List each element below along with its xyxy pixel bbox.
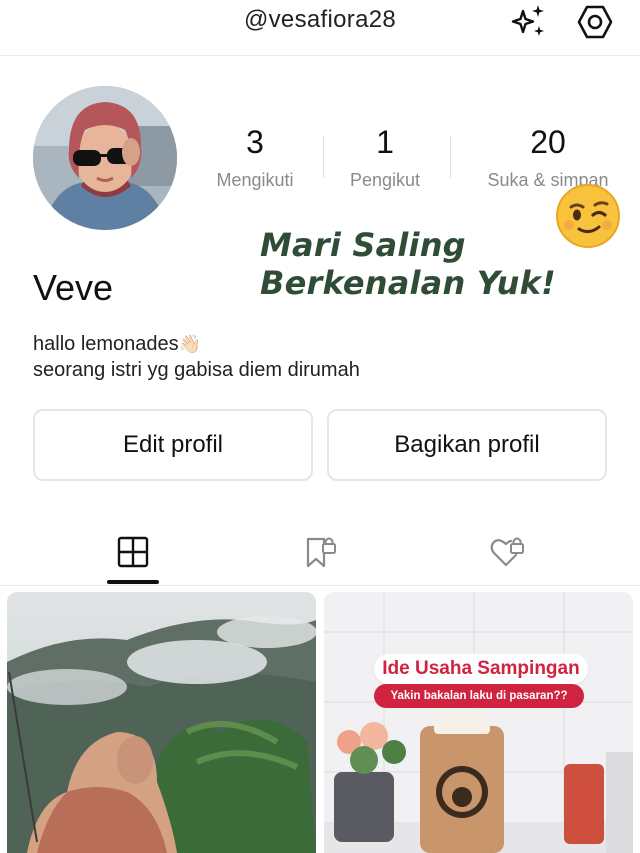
stat-followers[interactable]: 1 Pengikut — [335, 122, 435, 191]
winking-face-emoji — [555, 183, 621, 249]
following-label: Mengikuti — [216, 170, 294, 190]
promo-title: Ide Usaha Sampingan — [374, 654, 588, 684]
overlay-line1: Mari Saling — [260, 226, 466, 264]
waving-hand-icon: 👋🏻 — [178, 334, 202, 354]
bio-line2: seorang istri yg gabisa diem dirumah — [33, 359, 360, 381]
profile-bio: hallo lemonades👋🏻 seorang istri yg gabis… — [33, 331, 360, 383]
top-bar: @vesafiora28 — [0, 0, 640, 56]
share-profile-button[interactable]: Bagikan profil — [327, 409, 607, 481]
following-count: 3 — [246, 124, 264, 160]
edit-profile-button[interactable]: Edit profil — [33, 409, 313, 481]
bookmark-lock-icon — [306, 537, 336, 568]
display-name: Veve — [33, 267, 114, 308]
followers-label: Pengikut — [349, 170, 421, 190]
active-tab-indicator — [107, 580, 159, 584]
overlay-line2: Berkenalan Yuk! — [260, 264, 556, 302]
stat-divider — [450, 136, 451, 178]
stat-likes-saves[interactable]: 20 Suka & simpan — [468, 122, 628, 191]
stat-divider — [323, 136, 324, 178]
likes-count: 20 — [530, 124, 566, 160]
avatar[interactable] — [33, 86, 177, 230]
post-thumbnail-1[interactable] — [7, 592, 316, 853]
heart-lock-icon — [490, 537, 524, 567]
grid-icon — [117, 536, 149, 568]
overlay-caption: Mari Saling Berkenalan Yuk! — [260, 226, 556, 302]
promo-subtitle: Yakin bakalan laku di pasaran?? — [374, 684, 584, 708]
followers-count: 1 — [376, 124, 394, 160]
tab-liked[interactable] — [480, 530, 536, 574]
promo-photo — [324, 592, 633, 853]
post-thumbnail-2[interactable]: Ide Usaha Sampingan Yakin bakalan laku d… — [324, 592, 633, 853]
sparkle-icon[interactable] — [506, 2, 552, 42]
profile-tabs — [0, 520, 640, 586]
stat-following[interactable]: 3 Mengikuti — [200, 122, 310, 191]
tab-saved[interactable] — [292, 530, 348, 574]
tab-posts[interactable] — [105, 530, 161, 574]
mountain-photo — [7, 592, 316, 853]
settings-icon[interactable] — [572, 2, 618, 42]
bio-line1: hallo lemonades — [33, 333, 179, 355]
